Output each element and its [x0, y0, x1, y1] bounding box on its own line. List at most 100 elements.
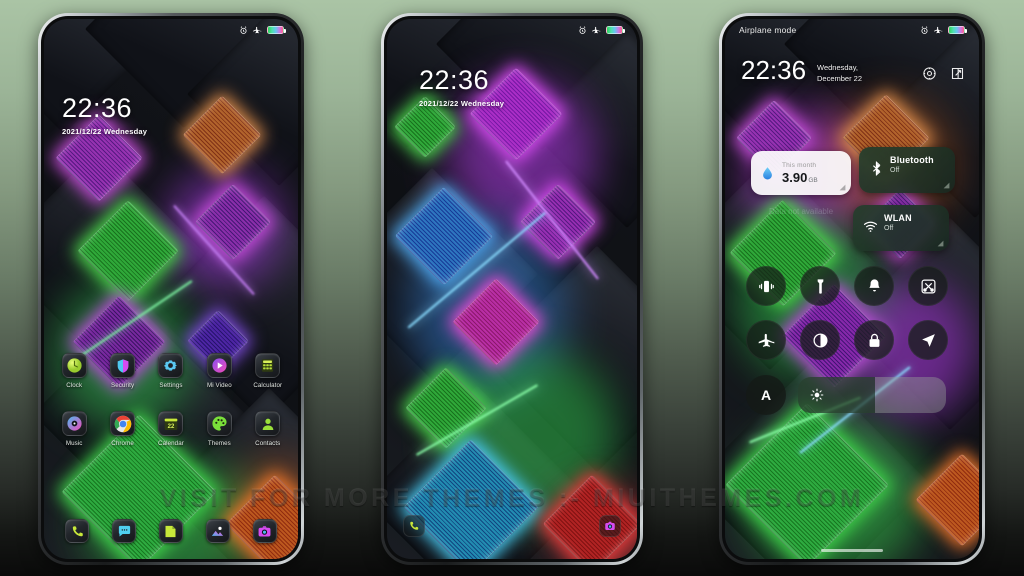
app-clock[interactable]: Clock [53, 353, 95, 389]
app-security[interactable]: Security [102, 353, 144, 389]
brightness-slider[interactable] [798, 377, 946, 413]
phone-2-screen: 22:36 2021/12/22 Wednesday [387, 19, 637, 559]
cc-date: Wednesday, December 22 [817, 62, 877, 84]
airplane-icon [758, 333, 774, 347]
app-label: Chrome [111, 440, 134, 447]
silent-toggle[interactable] [847, 259, 901, 313]
data-unavailable-ghost-text: Data not available [769, 207, 855, 217]
phone-1-lockscreen-clock: 22:36 2021/12/22 Wednesday [62, 93, 148, 137]
app-label: Music [65, 440, 83, 447]
message-bubble-icon[interactable] [112, 519, 137, 543]
phone-3-screen: Airplane mode 22:36 Wednesday, December … [725, 19, 979, 559]
padlock-icon [869, 333, 879, 347]
home-indicator[interactable] [821, 549, 883, 552]
gallery-icon[interactable] [205, 519, 230, 543]
lock-toggle[interactable] [847, 313, 901, 367]
flashlight-toggle[interactable] [793, 259, 847, 313]
tile-title: Bluetooth [890, 155, 934, 165]
phone-1-app-grid: Clock Security Settings Mi Video Calcula… [44, 353, 298, 457]
note-page-icon[interactable] [158, 519, 183, 543]
app-row-1: Clock Security Settings Mi Video Calcula… [44, 353, 298, 389]
data-card-value: 3.90GB [782, 170, 818, 185]
phone-bezel: 22:36 2021/12/22 Wednesday [381, 13, 643, 565]
data-card-unit: GB [808, 176, 818, 184]
cc-time: 22:36 [741, 55, 807, 85]
phone-inner-bezel: 22:36 2021/12/22 Wednesday Clock Securit… [41, 16, 301, 562]
app-settings[interactable]: Settings [150, 353, 192, 389]
vibrate-toggle[interactable] [739, 259, 793, 313]
battery-rainbow-icon [606, 26, 625, 34]
phone-inner-bezel: 22:36 2021/12/22 Wednesday [384, 16, 640, 562]
cc-date-line2: December 22 [817, 74, 863, 83]
app-music[interactable]: Music [53, 411, 95, 447]
app-label: Calendar [158, 440, 184, 447]
vibrate-icon [758, 280, 774, 292]
data-card-number: 3.90 [782, 169, 808, 185]
clock-date: 2021/12/22 Wednesday [62, 127, 148, 136]
phone-2-lockscreen-clock: 22:36 2021/12/22 Wednesday [419, 67, 504, 109]
location-toggle[interactable] [901, 313, 955, 367]
signal-bars-icon [839, 184, 846, 191]
tile-title: WLAN [884, 213, 912, 223]
play-icon [206, 353, 232, 378]
bluetooth-icon [872, 161, 881, 176]
phone-3-control-center: Airplane mode 22:36 Wednesday, December … [719, 13, 985, 565]
wlan-tile[interactable]: WLAN Off [853, 205, 949, 251]
resize-corner-icon [937, 240, 944, 247]
scissors-screenshot-icon [921, 279, 935, 293]
ghost-line-1: Data [769, 207, 786, 216]
wifi-icon [863, 221, 878, 232]
phone-1-dock [44, 519, 298, 543]
bell-icon [868, 278, 880, 291]
brightness-row: A [739, 375, 955, 415]
airplane-icon [592, 26, 601, 33]
app-themes[interactable]: Themes [198, 411, 240, 447]
clock-time: 22:36 [62, 93, 133, 123]
phone-bezel: 22:36 2021/12/22 Wednesday Clock Securit… [38, 13, 304, 565]
resize-corner-icon [943, 182, 950, 189]
quick-toggles-grid [739, 259, 955, 367]
edit-square-icon[interactable] [950, 66, 965, 81]
lockscreen-phone-shortcut[interactable] [403, 515, 425, 537]
data-usage-card[interactable]: This month 3.90GB [751, 151, 851, 195]
phone-2-status-bar [387, 19, 637, 41]
app-chrome[interactable]: Chrome [102, 411, 144, 447]
app-label: Settings [159, 382, 183, 389]
gear-icon[interactable] [922, 66, 937, 81]
app-label: Clock [66, 382, 83, 389]
shield-icon [110, 353, 136, 378]
sun-brightness-icon [810, 388, 824, 402]
phone-bezel: Airplane mode 22:36 Wednesday, December … [719, 13, 985, 565]
calculator-icon [255, 353, 281, 378]
app-mi-video[interactable]: Mi Video [198, 353, 240, 389]
flashlight-icon [817, 278, 823, 294]
control-center-actions [922, 66, 965, 81]
contrast-circle-icon [812, 332, 828, 348]
app-row-2: Music Chrome 22 Calendar Themes Contacts [44, 411, 298, 447]
airplane-toggle[interactable] [739, 313, 793, 367]
music-disc-icon [61, 411, 87, 436]
auto-brightness-button[interactable]: A [746, 375, 786, 415]
alarm-clock-icon [579, 25, 586, 34]
app-calculator[interactable]: Calculator [247, 353, 289, 389]
ghost-line-2: not available [788, 207, 834, 216]
app-calendar[interactable]: 22 Calendar [150, 411, 192, 447]
phone-inner-bezel: Airplane mode 22:36 Wednesday, December … [722, 16, 982, 562]
control-center-panel: 22:36 Wednesday, December 22 Data not av… [725, 19, 979, 559]
control-center-header: 22:36 Wednesday, December 22 [741, 55, 862, 85]
water-drop-icon [763, 166, 772, 179]
dark-mode-toggle[interactable] [793, 313, 847, 367]
bluetooth-tile[interactable]: Bluetooth Off [859, 147, 955, 193]
person-icon [255, 411, 281, 436]
alarm-clock-icon [240, 25, 247, 34]
app-label: Calculator [253, 382, 283, 389]
app-contacts[interactable]: Contacts [247, 411, 289, 447]
camera-icon[interactable] [252, 519, 277, 543]
tile-state: Off [890, 167, 900, 174]
airplane-icon [253, 26, 262, 33]
lockscreen-camera-shortcut[interactable] [599, 515, 621, 537]
screenshot-toggle[interactable] [901, 259, 955, 313]
app-label: Mi Video [206, 382, 232, 389]
phone-handset-icon[interactable] [65, 519, 90, 543]
cc-date-line1: Wednesday, [817, 63, 858, 72]
